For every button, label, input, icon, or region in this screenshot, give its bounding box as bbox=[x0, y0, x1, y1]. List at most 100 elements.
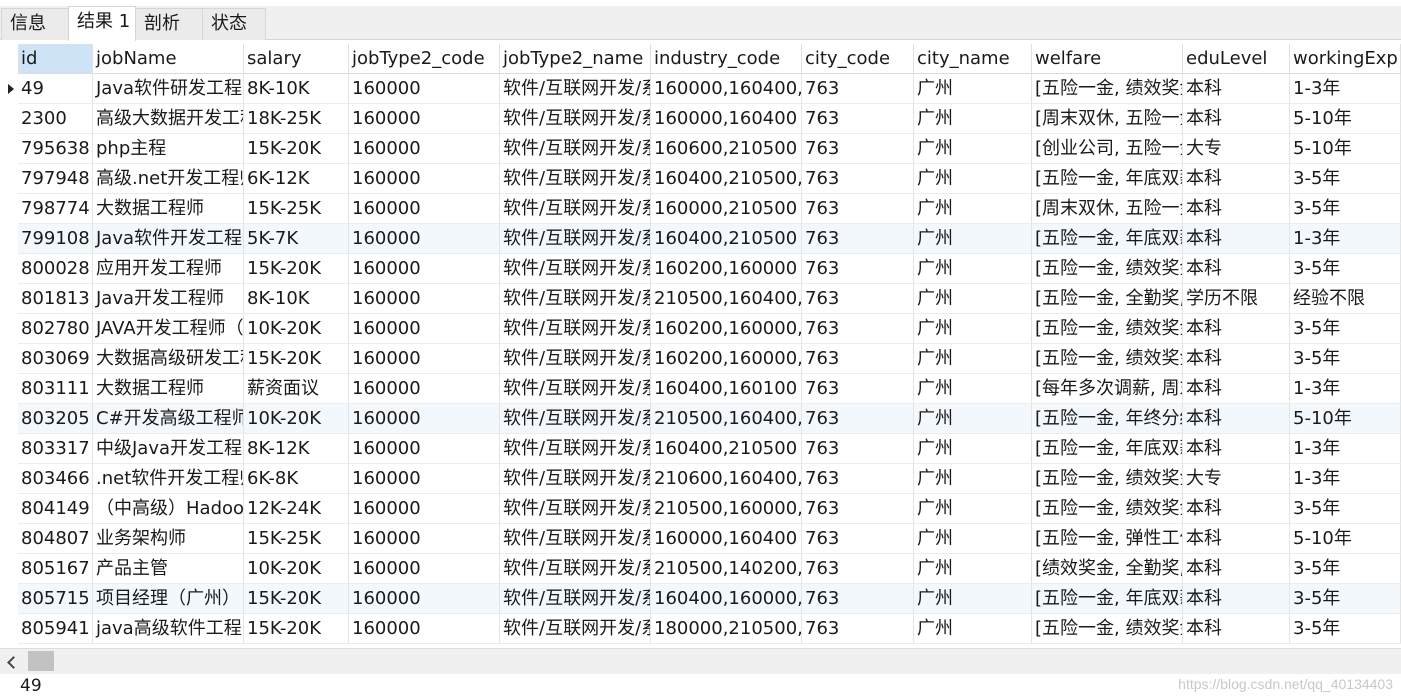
cell-jobType2_code[interactable]: 160000 bbox=[349, 524, 500, 554]
column-header-jobType2_code[interactable]: jobType2_code bbox=[349, 44, 500, 74]
cell-workingExp[interactable]: 3-5年 bbox=[1290, 194, 1401, 224]
cell-jobName[interactable]: 应用开发工程师 bbox=[93, 254, 244, 284]
cell-city_code[interactable]: 763 bbox=[802, 404, 914, 434]
column-header-industry_code[interactable]: industry_code bbox=[651, 44, 802, 74]
cell-workingExp[interactable]: 3-5年 bbox=[1290, 254, 1401, 284]
cell-jobType2_name[interactable]: 软件/互联网开发/系统集成 bbox=[500, 614, 651, 644]
cell-workingExp[interactable]: 1-3年 bbox=[1290, 224, 1401, 254]
cell-workingExp[interactable]: 3-5年 bbox=[1290, 614, 1401, 644]
cell-jobType2_name[interactable]: 软件/互联网开发/系统集成 bbox=[500, 74, 651, 104]
cell-welfare[interactable]: [五险一金, 年终分红 bbox=[1032, 404, 1183, 434]
cell-jobType2_name[interactable]: 软件/互联网开发/系统集成 bbox=[500, 464, 651, 494]
cell-jobName[interactable]: Java软件开发工程师 bbox=[93, 224, 244, 254]
cell-city_code[interactable]: 763 bbox=[802, 74, 914, 104]
cell-welfare[interactable]: [五险一金, 年底双薪 bbox=[1032, 224, 1183, 254]
column-header-salary[interactable]: salary bbox=[244, 44, 349, 74]
cell-city_code[interactable]: 763 bbox=[802, 134, 914, 164]
cell-city_name[interactable]: 广州 bbox=[914, 284, 1032, 314]
row-indicator[interactable] bbox=[0, 224, 18, 254]
cell-salary[interactable]: 8K-12K bbox=[244, 434, 349, 464]
cell-id[interactable]: 799108 bbox=[18, 224, 93, 254]
cell-jobType2_code[interactable]: 160000 bbox=[349, 104, 500, 134]
cell-city_code[interactable]: 763 bbox=[802, 344, 914, 374]
cell-jobName[interactable]: JAVA开发工程师（ bbox=[93, 314, 244, 344]
cell-industry_code[interactable]: 210500,160000,1 bbox=[651, 494, 802, 524]
table-row[interactable]: 803317中级Java开发工程师8K-12K160000软件/互联网开发/系统… bbox=[0, 434, 1401, 464]
cell-eduLevel[interactable]: 本科 bbox=[1183, 194, 1290, 224]
table-row[interactable]: 805941java高级软件工程师15K-20K160000软件/互联网开发/系… bbox=[0, 614, 1401, 644]
cell-city_name[interactable]: 广州 bbox=[914, 434, 1032, 464]
cell-city_name[interactable]: 广州 bbox=[914, 554, 1032, 584]
cell-id[interactable]: 803317 bbox=[18, 434, 93, 464]
table-row[interactable]: 800028应用开发工程师15K-20K160000软件/互联网开发/系统集成1… bbox=[0, 254, 1401, 284]
cell-id[interactable]: 803205 bbox=[18, 404, 93, 434]
row-indicator[interactable] bbox=[0, 404, 18, 434]
cell-workingExp[interactable]: 1-3年 bbox=[1290, 374, 1401, 404]
tab-info[interactable]: 信息 bbox=[1, 8, 69, 40]
cell-salary[interactable]: 18K-25K bbox=[244, 104, 349, 134]
cell-salary[interactable]: 5K-7K bbox=[244, 224, 349, 254]
cell-city_name[interactable]: 广州 bbox=[914, 224, 1032, 254]
cell-jobName[interactable]: php主程 bbox=[93, 134, 244, 164]
cell-eduLevel[interactable]: 本科 bbox=[1183, 74, 1290, 104]
cell-jobType2_code[interactable]: 160000 bbox=[349, 254, 500, 284]
cell-industry_code[interactable]: 160200,160000,3 bbox=[651, 314, 802, 344]
cell-welfare[interactable]: [周末双休, 五险一金 bbox=[1032, 194, 1183, 224]
cell-jobType2_code[interactable]: 160000 bbox=[349, 494, 500, 524]
table-row[interactable]: 803069大数据高级研发工程师15K-20K160000软件/互联网开发/系统… bbox=[0, 344, 1401, 374]
cell-city_name[interactable]: 广州 bbox=[914, 254, 1032, 284]
cell-city_name[interactable]: 广州 bbox=[914, 584, 1032, 614]
cell-workingExp[interactable]: 5-10年 bbox=[1290, 404, 1401, 434]
row-indicator[interactable] bbox=[0, 494, 18, 524]
cell-welfare[interactable]: [五险一金, 绩效奖金 bbox=[1032, 74, 1183, 104]
table-row[interactable]: 49Java软件研发工程师8K-10K160000软件/互联网开发/系统集成16… bbox=[0, 74, 1401, 104]
table-row[interactable]: 805715项目经理（广州）15K-20K160000软件/互联网开发/系统集成… bbox=[0, 584, 1401, 614]
cell-jobType2_code[interactable]: 160000 bbox=[349, 194, 500, 224]
cell-industry_code[interactable]: 160400,210500 bbox=[651, 434, 802, 464]
cell-jobName[interactable]: （中高级）Hadoop bbox=[93, 494, 244, 524]
table-row[interactable]: 803466.net软件开发工程师6K-8K160000软件/互联网开发/系统集… bbox=[0, 464, 1401, 494]
cell-city_name[interactable]: 广州 bbox=[914, 524, 1032, 554]
cell-salary[interactable]: 6K-12K bbox=[244, 164, 349, 194]
cell-industry_code[interactable]: 210500,160400,1 bbox=[651, 404, 802, 434]
cell-industry_code[interactable]: 160000,210500 bbox=[651, 194, 802, 224]
cell-jobType2_name[interactable]: 软件/互联网开发/系统集成 bbox=[500, 584, 651, 614]
row-indicator[interactable] bbox=[0, 344, 18, 374]
cell-jobType2_name[interactable]: 软件/互联网开发/系统集成 bbox=[500, 494, 651, 524]
cell-workingExp[interactable]: 3-5年 bbox=[1290, 314, 1401, 344]
cell-city_code[interactable]: 763 bbox=[802, 554, 914, 584]
cell-jobType2_name[interactable]: 软件/互联网开发/系统集成 bbox=[500, 284, 651, 314]
table-row[interactable]: 803111大数据工程师薪资面议160000软件/互联网开发/系统集成16040… bbox=[0, 374, 1401, 404]
cell-jobName[interactable]: java高级软件工程师 bbox=[93, 614, 244, 644]
table-row[interactable]: 801813Java开发工程师8K-10K160000软件/互联网开发/系统集成… bbox=[0, 284, 1401, 314]
cell-jobType2_code[interactable]: 160000 bbox=[349, 464, 500, 494]
row-indicator[interactable] bbox=[0, 194, 18, 224]
cell-jobType2_name[interactable]: 软件/互联网开发/系统集成 bbox=[500, 104, 651, 134]
cell-city_code[interactable]: 763 bbox=[802, 434, 914, 464]
tab-result-1[interactable]: 结果 1 bbox=[68, 6, 136, 41]
cell-jobType2_code[interactable]: 160000 bbox=[349, 434, 500, 464]
cell-workingExp[interactable]: 3-5年 bbox=[1290, 584, 1401, 614]
row-indicator[interactable] bbox=[0, 104, 18, 134]
cell-eduLevel[interactable]: 本科 bbox=[1183, 344, 1290, 374]
cell-city_name[interactable]: 广州 bbox=[914, 374, 1032, 404]
cell-id[interactable]: 805715 bbox=[18, 584, 93, 614]
cell-welfare[interactable]: [五险一金, 年底双薪 bbox=[1032, 434, 1183, 464]
cell-jobType2_name[interactable]: 软件/互联网开发/系统集成 bbox=[500, 314, 651, 344]
cell-jobName[interactable]: 业务架构师 bbox=[93, 524, 244, 554]
cell-city_name[interactable]: 广州 bbox=[914, 464, 1032, 494]
cell-city_code[interactable]: 763 bbox=[802, 104, 914, 134]
row-indicator[interactable] bbox=[0, 314, 18, 344]
cell-salary[interactable]: 8K-10K bbox=[244, 74, 349, 104]
cell-eduLevel[interactable]: 本科 bbox=[1183, 614, 1290, 644]
cell-jobType2_name[interactable]: 软件/互联网开发/系统集成 bbox=[500, 224, 651, 254]
cell-city_code[interactable]: 763 bbox=[802, 164, 914, 194]
cell-city_code[interactable]: 763 bbox=[802, 284, 914, 314]
cell-workingExp[interactable]: 1-3年 bbox=[1290, 74, 1401, 104]
cell-city_name[interactable]: 广州 bbox=[914, 194, 1032, 224]
row-indicator[interactable] bbox=[0, 164, 18, 194]
cell-salary[interactable]: 15K-20K bbox=[244, 134, 349, 164]
cell-welfare[interactable]: [五险一金, 绩效奖金 bbox=[1032, 494, 1183, 524]
tab-status[interactable]: 状态 bbox=[202, 8, 266, 40]
cell-city_code[interactable]: 763 bbox=[802, 224, 914, 254]
